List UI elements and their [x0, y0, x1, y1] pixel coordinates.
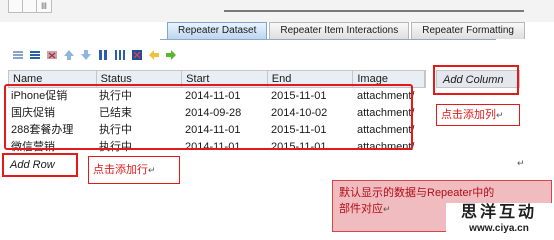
move-left-icon[interactable] [148, 49, 160, 61]
add-row-note: 点击添加行 [93, 164, 148, 176]
move-down-icon[interactable] [80, 49, 92, 61]
watermark-title: 思洋互动 [460, 204, 537, 221]
toolbar-divider [224, 10, 524, 12]
control-segment-mid[interactable] [23, 0, 37, 12]
add-row-callout: 点击添加行↵ [88, 156, 180, 184]
rows-highlight [4, 84, 413, 150]
dataset-note-line2: 部件对应 [339, 203, 383, 215]
grid-toolbar [12, 49, 177, 61]
tab-underline [160, 39, 496, 40]
add-row-icon[interactable] [12, 49, 24, 61]
add-row-highlight [2, 153, 78, 177]
paragraph-mark: ↵ [496, 110, 504, 120]
dataset-note-line1: 默认显示的数据与Repeater中的 [339, 187, 495, 199]
tab-repeater-formatting[interactable]: Repeater Formatting [411, 22, 525, 39]
watermark-logo: 思洋互动 www.ciya.cn [446, 203, 552, 239]
insert-row-icon[interactable] [29, 49, 41, 61]
insert-column-icon[interactable] [114, 49, 126, 61]
delete-row-icon[interactable] [46, 49, 58, 61]
add-column-note: 点击添加列 [441, 109, 496, 121]
watermark-url: www.ciya.cn [469, 223, 529, 234]
paragraph-mark: ↵ [383, 204, 391, 214]
move-up-icon[interactable] [63, 49, 75, 61]
tab-repeater-item-interactions[interactable]: Repeater Item Interactions [269, 22, 410, 39]
tab-repeater-dataset[interactable]: Repeater Dataset [167, 22, 268, 39]
paragraph-mark: ↵ [148, 165, 156, 175]
delete-column-icon[interactable] [131, 49, 143, 61]
move-right-icon[interactable] [165, 49, 177, 61]
control-segment-left[interactable] [9, 0, 23, 12]
add-column-highlight [433, 65, 519, 95]
grip-icon[interactable]: Ⅲ [37, 1, 51, 11]
add-column-callout: 点击添加列↵ [436, 104, 520, 126]
tab-strip: Repeater Dataset Repeater Item Interactio… [167, 22, 527, 40]
paragraph-mark: ↵ [517, 158, 525, 168]
add-column-icon[interactable] [97, 49, 109, 61]
window-control[interactable]: Ⅲ [8, 0, 52, 13]
